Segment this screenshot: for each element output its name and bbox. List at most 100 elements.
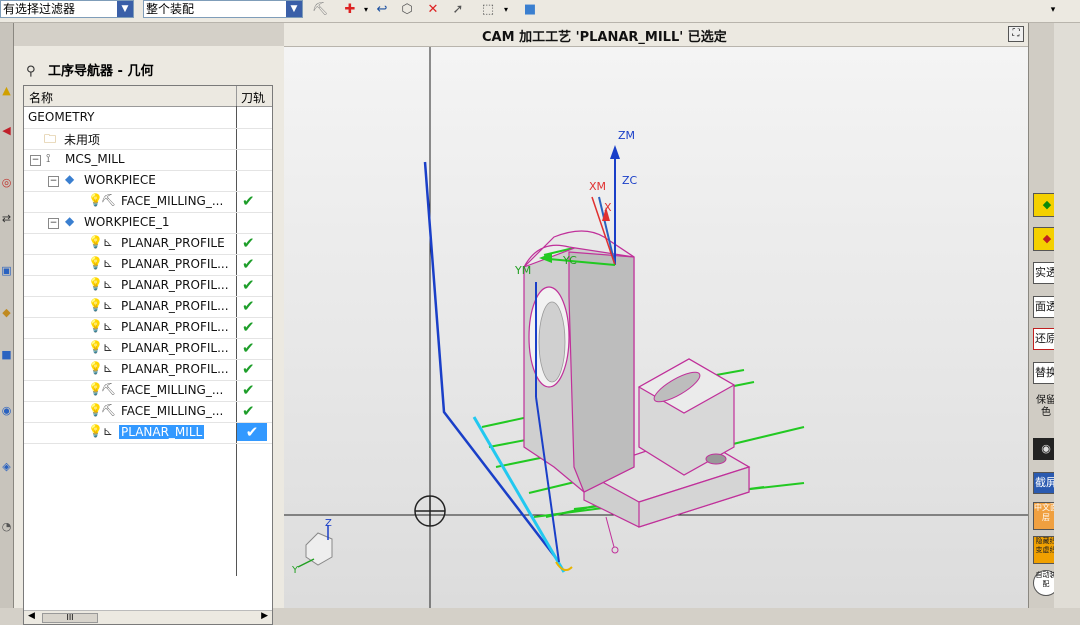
- reuse-library-icon[interactable]: ▣: [0, 261, 13, 281]
- tree-row-workpiece-1[interactable]: − ◆ WORKPIECE_1: [24, 212, 272, 234]
- face-milling-icon: ⛏: [101, 403, 117, 417]
- history-icon[interactable]: ⇄: [0, 209, 13, 229]
- horizontal-scrollbar[interactable]: ◀ III ▶: [24, 610, 272, 624]
- scroll-right-icon[interactable]: ▶: [261, 611, 268, 621]
- lightbulb-icon: 💡: [88, 235, 103, 249]
- tree-row-label: GEOMETRY: [28, 110, 95, 124]
- selection-filter-dropdown[interactable]: 有选择过滤器 ▼: [0, 0, 134, 18]
- constraint-navigator-icon[interactable]: ◀: [0, 121, 13, 141]
- select-tool-icon[interactable]: ⛏: [311, 1, 329, 19]
- navigator-title-text: 工序导航器 - 几何: [48, 64, 154, 79]
- snap-icon[interactable]: ✕: [424, 1, 442, 19]
- tree-row-mcs-mill[interactable]: − ⟟ MCS_MILL: [24, 149, 272, 171]
- scroll-thumb[interactable]: III: [42, 613, 98, 623]
- lightbulb-icon: 💡: [88, 361, 103, 375]
- cube-view-icon[interactable]: ⬡: [398, 1, 416, 19]
- tree-row-label: PLANAR_PROFIL...: [121, 278, 229, 292]
- triad-y-label: Y: [291, 565, 299, 576]
- face-milling-icon: ⛏: [101, 193, 117, 207]
- tree-row-operation[interactable]: 💡 ⛏ FACE_MILLING_... ✔: [24, 401, 272, 423]
- collapse-icon[interactable]: −: [30, 151, 41, 166]
- process-studio-icon[interactable]: ◉: [0, 401, 13, 421]
- tree-row-label: PLANAR_PROFIL...: [121, 362, 229, 376]
- check-icon: ✔: [242, 276, 255, 294]
- tree-row-label: PLANAR_PROFIL...: [121, 257, 229, 271]
- planar-profile-icon: ⊾: [103, 319, 114, 333]
- tree-row-operation[interactable]: 💡 ⊾ PLANAR_PROFILE ✔: [24, 233, 272, 255]
- tree-row-unused[interactable]: 🗀 未用项: [24, 128, 272, 150]
- lightbulb-icon: 💡: [88, 298, 103, 312]
- chevron-down-icon[interactable]: ▼: [286, 1, 302, 17]
- tree-row-operation[interactable]: 💡 ⛏ FACE_MILLING_... ✔: [24, 380, 272, 402]
- undo-icon[interactable]: ↩: [373, 1, 391, 19]
- planar-profile-icon: ⊾: [103, 277, 114, 291]
- tree-row-operation[interactable]: 💡 ⊾ PLANAR_PROFIL... ✔: [24, 317, 272, 339]
- check-icon: ✔: [242, 402, 255, 420]
- tree-row-label: MCS_MILL: [65, 152, 125, 166]
- top-toolbar: 有选择过滤器 ▼ 整个装配 ▼ ⛏ ✚ ▾ ↩ ⬡ ✕ ➚ ⬚ ▾ ■ ▾: [0, 0, 1080, 23]
- tree-row-label: WORKPIECE: [84, 173, 156, 187]
- resource-bar: ▲ ◀ ◎ ⇄ ▣ ◆ ■ ◉ ◈ ◔: [0, 23, 14, 608]
- palette-icon[interactable]: ■: [0, 345, 13, 365]
- chevron-down-icon[interactable]: ▾: [497, 1, 515, 19]
- tree-row-operation[interactable]: 💡 ⊾ PLANAR_PROFIL... ✔: [24, 296, 272, 318]
- assembly-scope-dropdown[interactable]: 整个装配 ▼: [143, 0, 303, 18]
- selection-status-bar: CAM 加工工艺 'PLANAR_MILL' 已选定 ⛶: [284, 23, 1030, 47]
- tree-row-operation[interactable]: 💡 ⊾ PLANAR_PROFIL... ✔: [24, 275, 272, 297]
- zm-axis-label: ZM: [618, 129, 635, 142]
- tree-row-label: PLANAR_PROFILE: [121, 236, 225, 250]
- navigator-tree: 名称 刀轨 GEOMETRY 🗀 未用项 − ⟟ MCS_MILL − ◆ WO…: [23, 85, 273, 625]
- lightbulb-icon: 💡: [88, 277, 103, 291]
- planar-profile-icon: ⊾: [103, 256, 114, 270]
- scroll-left-icon[interactable]: ◀: [28, 611, 35, 621]
- workpiece-icon: ◆: [65, 214, 75, 228]
- check-icon: ✔: [242, 297, 255, 315]
- tree-row-label: PLANAR_PROFIL...: [121, 320, 229, 334]
- tree-row-label: FACE_MILLING_...: [121, 404, 224, 418]
- roles-icon[interactable]: ◈: [0, 457, 13, 477]
- lightbulb-icon: 💡: [88, 340, 103, 354]
- tree-row-operation[interactable]: 💡 ⊾ PLANAR_PROFIL... ✔: [24, 338, 272, 360]
- selection-status-text: CAM 加工工艺 'PLANAR_MILL' 已选定: [482, 30, 727, 45]
- pointer-icon[interactable]: ➚: [449, 1, 467, 19]
- coordinate-system-icon: ⟟: [46, 151, 51, 165]
- system-material-icon[interactable]: ◔: [0, 517, 13, 537]
- xm-axis-label: XM: [589, 180, 606, 193]
- assembly-navigator-icon[interactable]: ▲: [0, 81, 13, 101]
- check-icon: ✔: [242, 381, 255, 399]
- face-milling-icon: ⛏: [101, 382, 117, 396]
- folder-icon: 🗀: [44, 132, 57, 146]
- column-header-name[interactable]: 名称: [29, 89, 53, 106]
- check-icon: ✔: [242, 360, 255, 378]
- check-icon: ✔: [242, 339, 255, 357]
- box-select-icon[interactable]: ⬚: [479, 1, 497, 19]
- tree-row-workpiece[interactable]: − ◆ WORKPIECE: [24, 170, 272, 192]
- tree-row-operation[interactable]: 💡 ⊾ PLANAR_PROFIL... ✔: [24, 359, 272, 381]
- right-scrollbar[interactable]: [1054, 23, 1080, 608]
- check-icon: ✔: [242, 255, 255, 273]
- fit-view-icon[interactable]: ⛶: [1008, 26, 1024, 42]
- collapse-icon[interactable]: −: [48, 214, 59, 229]
- solid-cube-icon[interactable]: ■: [521, 1, 539, 19]
- tree-row-operation[interactable]: 💡 ⛏ FACE_MILLING_... ✔: [24, 191, 272, 213]
- check-icon: ✔: [242, 234, 255, 252]
- chevron-down-icon[interactable]: ▾: [1044, 1, 1062, 19]
- part-navigator-icon[interactable]: ◎: [0, 173, 13, 193]
- graphics-viewport[interactable]: ZM ZC XM X YM YC Z Y: [284, 47, 1028, 608]
- xc-axis-label: X: [604, 201, 612, 214]
- web-browser-icon[interactable]: ◆: [0, 303, 13, 323]
- planar-profile-icon: ⊾: [103, 340, 114, 354]
- column-divider[interactable]: [236, 86, 237, 106]
- tree-row-planar-mill-selected[interactable]: 💡 ⊾ PLANAR_MILL ✔: [24, 422, 272, 444]
- tree-row-geometry[interactable]: GEOMETRY: [24, 107, 272, 129]
- zc-axis-label: ZC: [622, 174, 638, 187]
- column-header-toolpath[interactable]: 刀轨: [241, 89, 265, 106]
- tree-row-label: 未用项: [64, 133, 101, 147]
- pin-icon[interactable]: ⚲: [26, 64, 40, 79]
- tree-row-label: WORKPIECE_1: [84, 215, 170, 229]
- chevron-down-icon[interactable]: ▼: [117, 1, 133, 17]
- collapse-icon[interactable]: −: [48, 172, 59, 187]
- tree-row-operation[interactable]: 💡 ⊾ PLANAR_PROFIL... ✔: [24, 254, 272, 276]
- operation-navigator: ⚲ 工序导航器 - 几何 名称 刀轨 GEOMETRY 🗀 未用项 − ⟟ MCS…: [14, 46, 284, 625]
- lightbulb-icon: 💡: [88, 256, 103, 270]
